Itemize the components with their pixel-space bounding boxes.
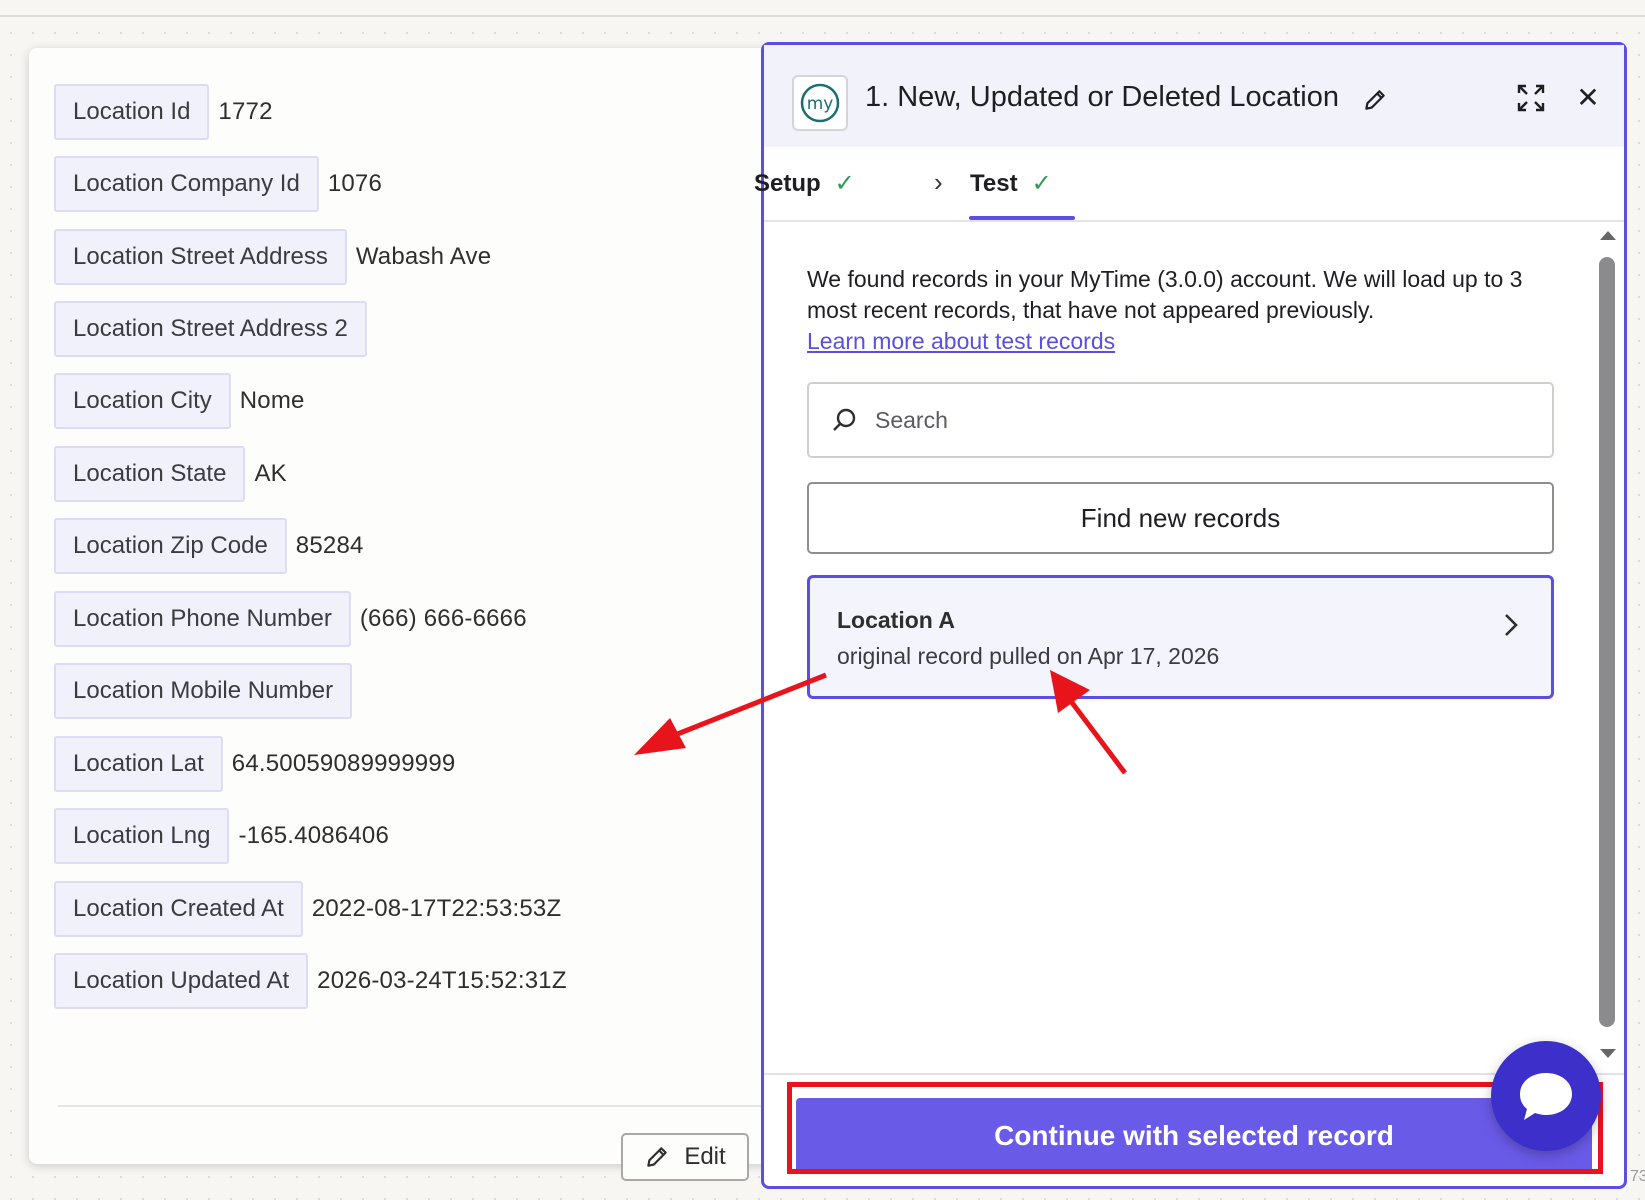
field-row-location-created-at: Location Created At 2022-08-17T22:53:53Z [54, 881, 561, 937]
logo-text: my [807, 94, 834, 114]
field-row-location-street-address-2: Location Street Address 2 [54, 301, 376, 357]
field-row-location-city: Location City Nome [54, 373, 305, 429]
pencil-icon [647, 1147, 668, 1167]
step-title: 1. New, Updated or Deleted Location [865, 81, 1339, 113]
scroll-up-arrow-icon[interactable] [1600, 231, 1616, 240]
field-value: AK [254, 460, 287, 487]
close-icon[interactable]: ✕ [1574, 83, 1602, 113]
scroll-down-arrow-icon[interactable] [1600, 1049, 1616, 1058]
field-value: Wabash Ave [355, 243, 492, 270]
field-key: Location Mobile Number [54, 663, 353, 719]
intro-text: We found records in your MyTime (3.0.0) … [807, 264, 1555, 357]
tab-test-label: Test [970, 169, 1018, 197]
chat-support-button[interactable] [1491, 1041, 1601, 1151]
check-icon: ✓ [834, 170, 855, 197]
field-value: -165.4086406 [238, 822, 389, 849]
field-value: 1076 [327, 170, 383, 197]
intro-message: We found records in your MyTime (3.0.0) … [807, 266, 1523, 323]
search-input[interactable]: Search [807, 382, 1554, 458]
record-title: Location A [837, 607, 955, 633]
scrollbar-thumb[interactable] [1599, 257, 1615, 1027]
field-row-location-zip-code: Location Zip Code 85284 [54, 518, 364, 574]
chevron-right-icon: › [934, 167, 943, 197]
mytime-logo: my [792, 75, 848, 131]
field-row-location-lng: Location Lng -165.4086406 [54, 808, 389, 864]
field-row-location-mobile-number: Location Mobile Number [54, 663, 361, 719]
field-row-location-company-id: Location Company Id 1076 [54, 156, 382, 212]
step-tabs: Setup ✓ › Test ✓ [754, 147, 1624, 222]
panel-divider [58, 1105, 778, 1107]
tab-test[interactable]: Test ✓ [970, 169, 1052, 198]
active-tab-indicator [969, 216, 1075, 220]
edit-button[interactable]: Edit [621, 1133, 749, 1181]
field-value: (666) 666-6666 [359, 605, 527, 632]
learn-more-link[interactable]: Learn more about test records [807, 328, 1115, 354]
search-icon [833, 408, 856, 431]
corner-text: 73 [1630, 1168, 1645, 1185]
rename-pencil-icon[interactable] [1362, 87, 1388, 113]
field-key: Location Zip Code [54, 518, 287, 574]
field-key: Location City [54, 373, 231, 429]
canvas-top-bar [0, 0, 1645, 17]
record-subtitle: original record pulled on Apr 17, 2026 [837, 643, 1220, 669]
field-row-location-street-address: Location Street Address Wabash Ave [54, 229, 491, 285]
step-panel: my 1. New, Updated or Deleted Location ✕… [754, 42, 1627, 1189]
field-key: Location Company Id [54, 156, 319, 212]
field-value: 1772 [218, 98, 273, 125]
field-key: Location Updated At [54, 953, 309, 1009]
field-key: Location Created At [54, 881, 303, 937]
tab-setup-label: Setup [754, 169, 821, 197]
check-icon: ✓ [1031, 170, 1052, 197]
field-key: Location Phone Number [54, 591, 351, 647]
annotation-highlight-box [787, 1082, 1603, 1174]
field-key: Location Lng [54, 808, 230, 864]
field-row-location-phone-number: Location Phone Number (666) 666-6666 [54, 591, 527, 647]
field-value: 64.50059089999999 [231, 750, 456, 777]
field-key: Location Street Address [54, 229, 347, 285]
record-item-selected[interactable]: Location A original record pulled on Apr… [807, 575, 1554, 699]
field-row-location-id: Location Id 1772 [54, 84, 273, 140]
field-key: Location Lat [54, 736, 223, 792]
record-details-panel: Location Id 1772 Location Company Id 107… [29, 48, 787, 1181]
field-row-location-updated-at: Location Updated At 2026-03-24T15:52:31Z [54, 953, 567, 1009]
chevron-right-icon [1505, 614, 1518, 636]
find-new-records-button[interactable]: Find new records [807, 482, 1554, 554]
field-key: Location Street Address 2 [54, 301, 367, 357]
field-value: 2026-03-24T15:52:31Z [317, 967, 567, 994]
chat-icon [1520, 1073, 1572, 1120]
field-value: 85284 [295, 532, 364, 559]
field-value: Nome [239, 387, 305, 414]
field-key: Location Id [54, 84, 210, 140]
search-placeholder: Search [875, 406, 948, 433]
field-value: 2022-08-17T22:53:53Z [311, 895, 562, 922]
expand-icon[interactable] [1516, 83, 1546, 113]
field-row-location-state: Location State AK [54, 446, 287, 502]
field-key: Location State [54, 446, 246, 502]
mytime-logo-icon: my [800, 83, 840, 123]
edit-label: Edit [684, 1143, 726, 1170]
tab-setup[interactable]: Setup ✓ [754, 169, 855, 198]
scrollbar[interactable] [1596, 231, 1616, 1071]
step-header: my 1. New, Updated or Deleted Location ✕ [764, 45, 1624, 147]
field-row-location-lat: Location Lat 64.50059089999999 [54, 736, 455, 792]
